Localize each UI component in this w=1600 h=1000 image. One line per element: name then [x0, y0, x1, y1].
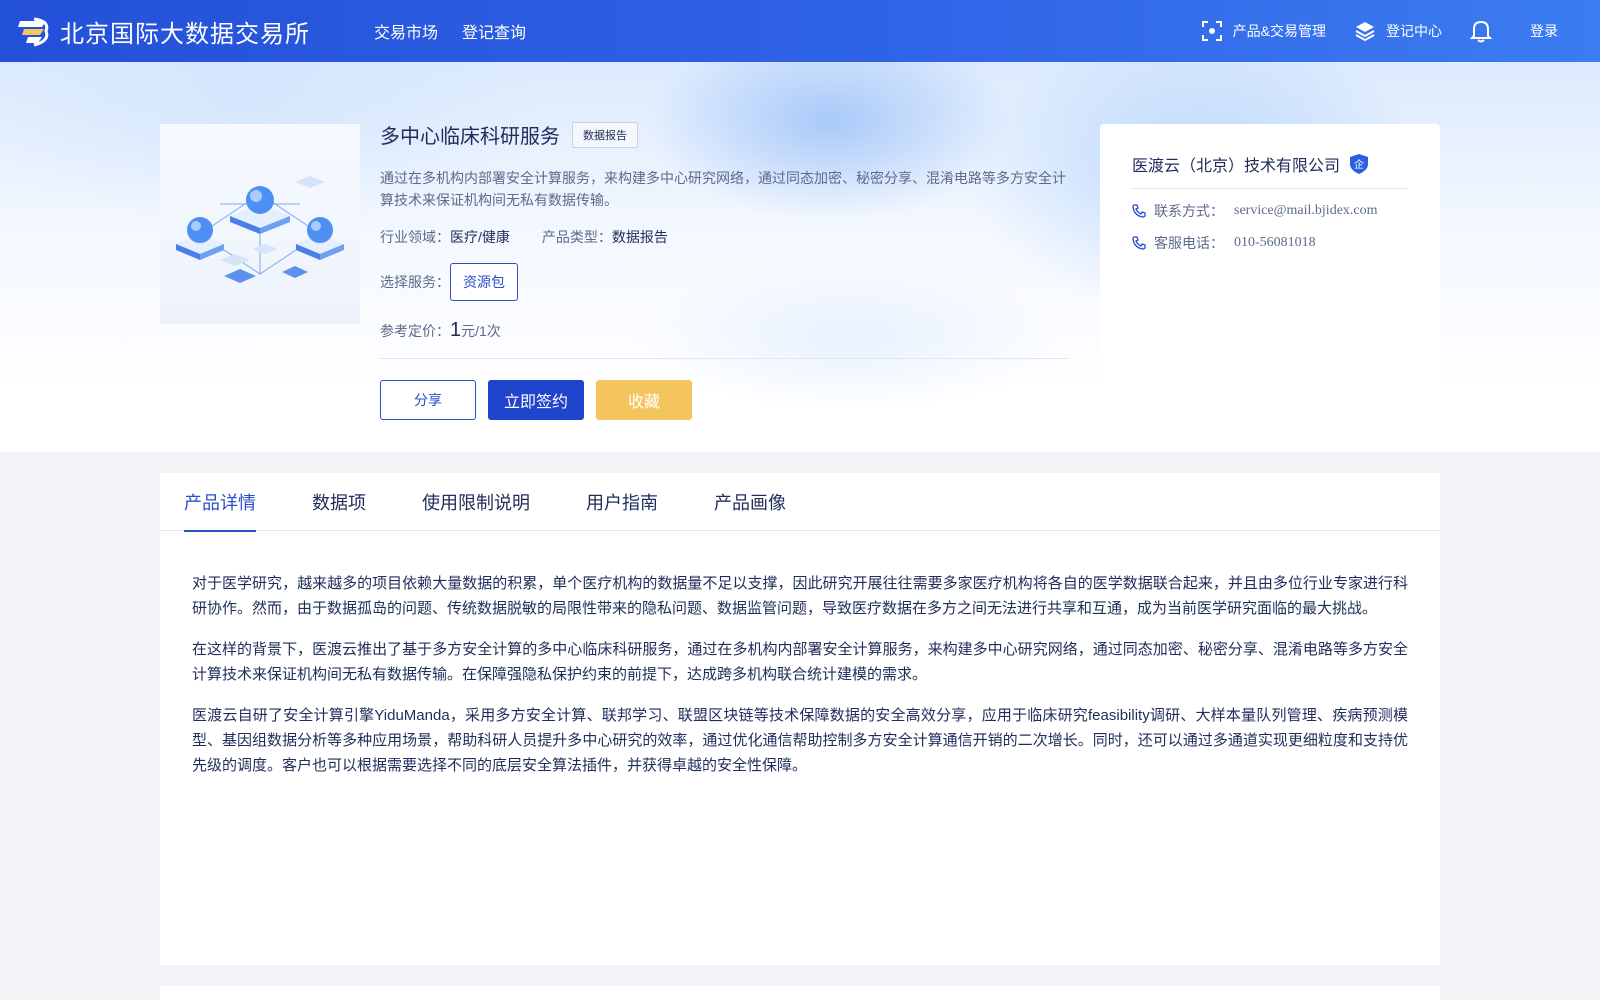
type-value: 数据报告 — [611, 229, 668, 245]
phone-row: 客服电话： 010-56081018 — [1132, 233, 1408, 253]
registry-center-link[interactable]: 登记中心 — [1354, 20, 1442, 42]
title-row: 多中心临床科研服务 数据报告 — [380, 120, 1068, 149]
product-image — [160, 124, 360, 324]
action-buttons: 分享 立即签约 收藏 — [380, 380, 704, 420]
detail-paragraph: 医渡云自研了安全计算引擎YiduMandа，采用多方安全计算、联邦学习、联盟区块… — [192, 707, 1408, 774]
tab-data-items[interactable]: 数据项 — [312, 473, 366, 531]
phone-value: 010-56081018 — [1234, 235, 1316, 250]
share-button[interactable]: 分享 — [380, 380, 476, 420]
company-name: 医渡云（北京）技术有限公司 — [1132, 158, 1341, 175]
info-divider — [380, 358, 1068, 359]
logo-icon — [18, 17, 49, 47]
site-logo[interactable]: 北京国际大数据交易所 — [16, 14, 310, 49]
next-section-edge — [160, 986, 1440, 1000]
product-tag: 数据报告 — [572, 121, 638, 148]
top-header: 北京国际大数据交易所 交易市场 登记查询 产品&交易管理 登记中心 登录 — [0, 0, 1600, 62]
login-link[interactable]: 登录 — [1530, 21, 1558, 41]
tab-product-detail[interactable]: 产品详情 — [184, 473, 256, 532]
price-unit: 元/1次 — [461, 323, 501, 339]
header-actions: 产品&交易管理 登记中心 登录 — [1173, 19, 1558, 43]
contact-label: 联系方式： — [1154, 203, 1224, 219]
product-hero: 多中心临床科研服务 数据报告 通过在多机构内部署安全计算服务，来构建多中心研究网… — [0, 62, 1600, 452]
nav-trading-market[interactable]: 交易市场 — [374, 19, 438, 43]
registry-center-label: 登记中心 — [1386, 23, 1442, 39]
site-title: 北京国际大数据交易所 — [60, 20, 310, 48]
nav-registry-query[interactable]: 登记查询 — [462, 19, 526, 43]
service-row: 选择服务： 资源包 — [380, 263, 1068, 301]
company-card: 医渡云（北京）技术有限公司 企 联系方式： service@mail.bjide… — [1100, 124, 1440, 452]
tab-product-profile[interactable]: 产品画像 — [714, 473, 786, 531]
product-title: 多中心临床科研服务 — [380, 126, 560, 148]
type-label: 产品类型： — [541, 229, 612, 245]
detail-content: 对于医学研究，越来越多的项目依赖大量数据的积累，单个医疗机构的数据量不足以支撑，… — [160, 531, 1440, 778]
detail-section: 产品详情 数据项 使用限制说明 用户指南 产品画像 对于医学研究，越来越多的项目… — [160, 473, 1440, 965]
contact-row: 联系方式： service@mail.bjidex.com — [1132, 201, 1408, 221]
verified-badge-text: 企 — [1354, 158, 1364, 171]
detail-paragraph: 对于医学研究，越来越多的项目依赖大量数据的积累，单个医疗机构的数据量不足以支撑，… — [192, 575, 1408, 617]
network-illustration — [176, 176, 344, 283]
detail-tabs: 产品详情 数据项 使用限制说明 用户指南 产品画像 — [160, 473, 1440, 532]
product-description: 通过在多机构内部署安全计算服务，来构建多中心研究网络，通过同态加密、秘密分享、混… — [380, 170, 1066, 208]
phone-icon — [1132, 236, 1146, 250]
industry-label: 行业领域： — [380, 229, 450, 245]
price-row: 参考定价： 1 元/1次 — [380, 319, 1068, 342]
service-label: 选择服务： — [380, 274, 450, 290]
price-value: 1 — [450, 319, 462, 341]
contact-value: service@mail.bjidex.com — [1234, 203, 1378, 218]
product-trade-mgmt-label: 产品&交易管理 — [1232, 23, 1326, 39]
tab-usage-restrictions[interactable]: 使用限制说明 — [422, 473, 530, 531]
resource-pack-option[interactable]: 资源包 — [450, 263, 518, 301]
verified-enterprise-icon: 企 — [1350, 154, 1369, 174]
tab-user-guide[interactable]: 用户指南 — [586, 473, 658, 531]
company-name-row: 医渡云（北京）技术有限公司 企 — [1132, 152, 1408, 189]
product-meta: 行业领域： 医疗/健康 产品类型： 数据报告 — [380, 227, 1068, 247]
phone-icon — [1132, 204, 1146, 218]
industry-value: 医疗/健康 — [450, 229, 510, 245]
price-label: 参考定价： — [380, 323, 450, 339]
phone-label: 客服电话： — [1154, 235, 1224, 251]
scan-icon — [1201, 21, 1222, 41]
main-nav: 交易市场 登记查询 — [374, 19, 550, 43]
product-info: 多中心临床科研服务 数据报告 通过在多机构内部署安全计算服务，来构建多中心研究网… — [380, 120, 1068, 342]
detail-paragraph: 在这样的背景下，医渡云推出了基于多方安全计算的多中心临床科研服务，通过在多机构内… — [192, 641, 1408, 683]
favorite-button[interactable]: 收藏 — [596, 380, 692, 420]
product-trade-mgmt-link[interactable]: 产品&交易管理 — [1201, 20, 1326, 42]
bell-icon[interactable] — [1470, 19, 1492, 43]
sign-button[interactable]: 立即签约 — [488, 380, 584, 420]
layers-icon — [1355, 22, 1375, 42]
